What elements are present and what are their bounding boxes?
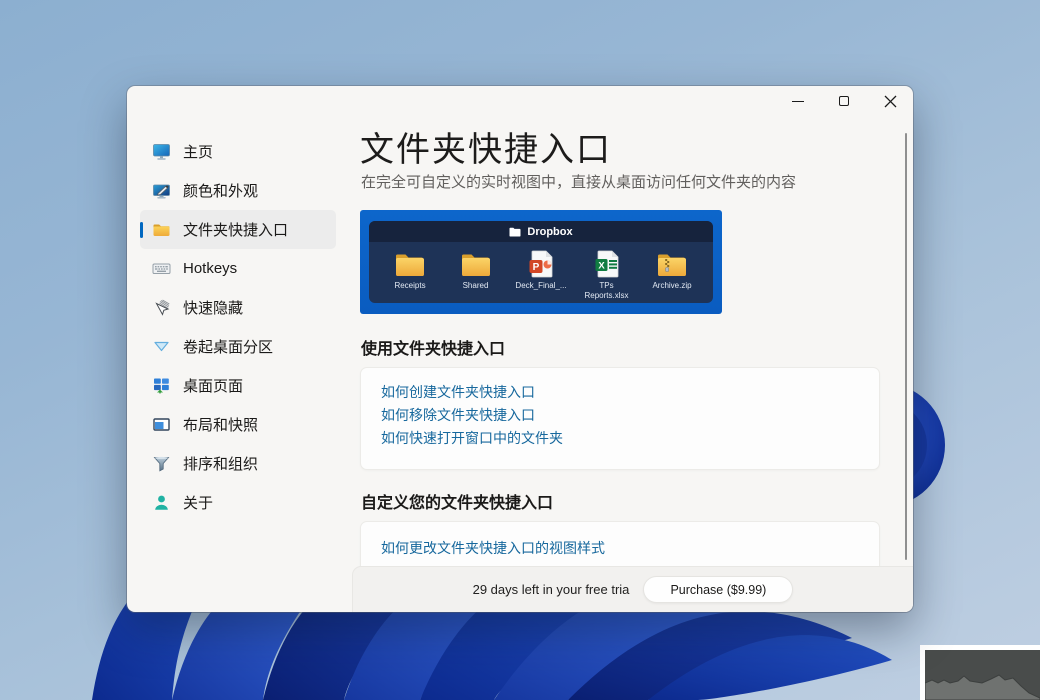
zip-folder-icon — [656, 249, 688, 278]
folder-icon — [152, 220, 171, 239]
mountain-thumbnail — [920, 645, 1040, 700]
maximize-button[interactable] — [821, 86, 867, 116]
help-link-change-view-style[interactable]: 如何更改文件夹快捷入口的视图样式 — [381, 537, 859, 560]
sidebar-item-appearance[interactable]: 颜色和外观 — [140, 171, 336, 210]
sidebar-item-label: 主页 — [183, 144, 214, 161]
help-link-remove-portal[interactable]: 如何移除文件夹快捷入口 — [381, 404, 859, 427]
portal-item-folder: Shared — [445, 249, 507, 302]
portal-item-label: Deck_Final_... — [515, 281, 567, 290]
sidebar-item-label: 文件夹快捷入口 — [183, 222, 289, 239]
close-button[interactable] — [867, 86, 913, 116]
desktop-pages-icon — [152, 376, 171, 395]
monitor-icon — [152, 142, 171, 161]
scrollbar-thumb[interactable] — [905, 133, 907, 560]
layout-window-icon — [152, 415, 171, 434]
page-subtitle: 在完全可自定义的实时视图中，直接从桌面访问任何文件夹的内容 — [361, 174, 797, 191]
excel-file-icon: X — [594, 249, 620, 278]
section-heading-customize: 自定义您的文件夹快捷入口 — [361, 495, 554, 512]
powerpoint-file-icon: P — [528, 249, 554, 278]
sidebar-item-quick-hide[interactable]: 快速隐藏 — [140, 288, 336, 327]
sidebar-item-label: 快速隐藏 — [183, 300, 244, 317]
help-links-card-using: 如何创建文件夹快捷入口 如何移除文件夹快捷入口 如何快速打开窗口中的文件夹 — [360, 367, 880, 470]
app-window: 主页 颜色和外观 文件夹快捷入口 Hotkeys 快速隐藏 卷起桌面分区 桌面页… — [127, 86, 913, 612]
sidebar-item-sort-organize[interactable]: 排序和组织 — [140, 444, 336, 483]
folder-portal-preview-panel: Dropbox Receipts Shared P Deck_Final_...… — [369, 221, 713, 303]
selected-indicator — [140, 221, 143, 238]
portal-item-label: Shared — [462, 281, 489, 290]
sidebar-item-label: 颜色和外观 — [183, 183, 259, 200]
cursor-hide-icon — [152, 298, 171, 317]
person-icon — [152, 493, 171, 512]
sidebar-item-label: 布局和快照 — [183, 417, 259, 434]
portal-item-label: TPs Reports.xlsx — [584, 281, 629, 301]
mountain-thumbnail-image — [925, 650, 1040, 700]
sidebar-item-label: Hotkeys — [183, 260, 238, 277]
portal-header: Dropbox — [369, 221, 713, 242]
main-content: 文件夹快捷入口 在完全可自定义的实时视图中，直接从桌面访问任何文件夹的内容 Dr… — [360, 86, 913, 612]
sidebar-item-label: 关于 — [183, 495, 214, 512]
yellow-folder-icon — [394, 249, 426, 278]
desktop-screen: 主页 颜色和外观 文件夹快捷入口 Hotkeys 快速隐藏 卷起桌面分区 桌面页… — [0, 0, 1040, 700]
portal-item-powerpoint: P Deck_Final_... — [510, 249, 572, 302]
sidebar: 主页 颜色和外观 文件夹快捷入口 Hotkeys 快速隐藏 卷起桌面分区 桌面页… — [140, 132, 336, 522]
sidebar-item-about[interactable]: 关于 — [140, 483, 336, 522]
sidebar-item-layouts-snapshots[interactable]: 布局和快照 — [140, 405, 336, 444]
window-controls — [775, 86, 913, 116]
sidebar-item-label: 桌面页面 — [183, 378, 244, 395]
minimize-button[interactable] — [775, 86, 821, 116]
appearance-icon — [152, 181, 171, 200]
white-folder-icon — [509, 227, 521, 236]
help-link-open-folder-in-window[interactable]: 如何快速打开窗口中的文件夹 — [381, 427, 859, 450]
trial-days-remaining: 29 days left in your free tria — [472, 582, 630, 597]
sidebar-item-rollup-partitions[interactable]: 卷起桌面分区 — [140, 327, 336, 366]
portal-item-label: Receipts — [394, 281, 426, 290]
sidebar-item-label: 卷起桌面分区 — [183, 339, 274, 356]
close-icon — [884, 95, 896, 107]
portal-item-folder: Receipts — [379, 249, 441, 302]
section-heading-using: 使用文件夹快捷入口 — [361, 341, 506, 358]
rollup-triangle-icon — [152, 337, 171, 356]
yellow-folder-icon — [460, 249, 492, 278]
trial-bar: 29 days left in your free tria Purchase … — [352, 566, 913, 612]
portal-items: Receipts Shared P Deck_Final_... X TPs R… — [369, 242, 713, 302]
portal-item-zip: Archive.zip — [641, 249, 703, 302]
keyboard-icon — [152, 259, 171, 278]
portal-item-label: Archive.zip — [652, 281, 692, 290]
portal-item-excel: X TPs Reports.xlsx — [576, 249, 638, 302]
sort-funnel-icon — [152, 454, 171, 473]
sidebar-item-label: 排序和组织 — [183, 456, 259, 473]
page-title: 文件夹快捷入口 — [360, 130, 612, 170]
sidebar-item-desktop-pages[interactable]: 桌面页面 — [140, 366, 336, 405]
svg-text:X: X — [598, 261, 605, 272]
portal-title: Dropbox — [527, 225, 573, 238]
maximize-icon — [838, 95, 850, 107]
minimize-icon — [792, 100, 804, 102]
help-link-create-portal[interactable]: 如何创建文件夹快捷入口 — [381, 381, 859, 404]
feature-preview-image: Dropbox Receipts Shared P Deck_Final_...… — [360, 210, 722, 314]
sidebar-item-home[interactable]: 主页 — [140, 132, 336, 171]
purchase-button[interactable]: Purchase ($9.99) — [643, 576, 794, 603]
sidebar-item-hotkeys[interactable]: Hotkeys — [140, 249, 336, 288]
sidebar-item-folder-portals[interactable]: 文件夹快捷入口 — [140, 210, 336, 249]
svg-text:P: P — [533, 262, 540, 273]
